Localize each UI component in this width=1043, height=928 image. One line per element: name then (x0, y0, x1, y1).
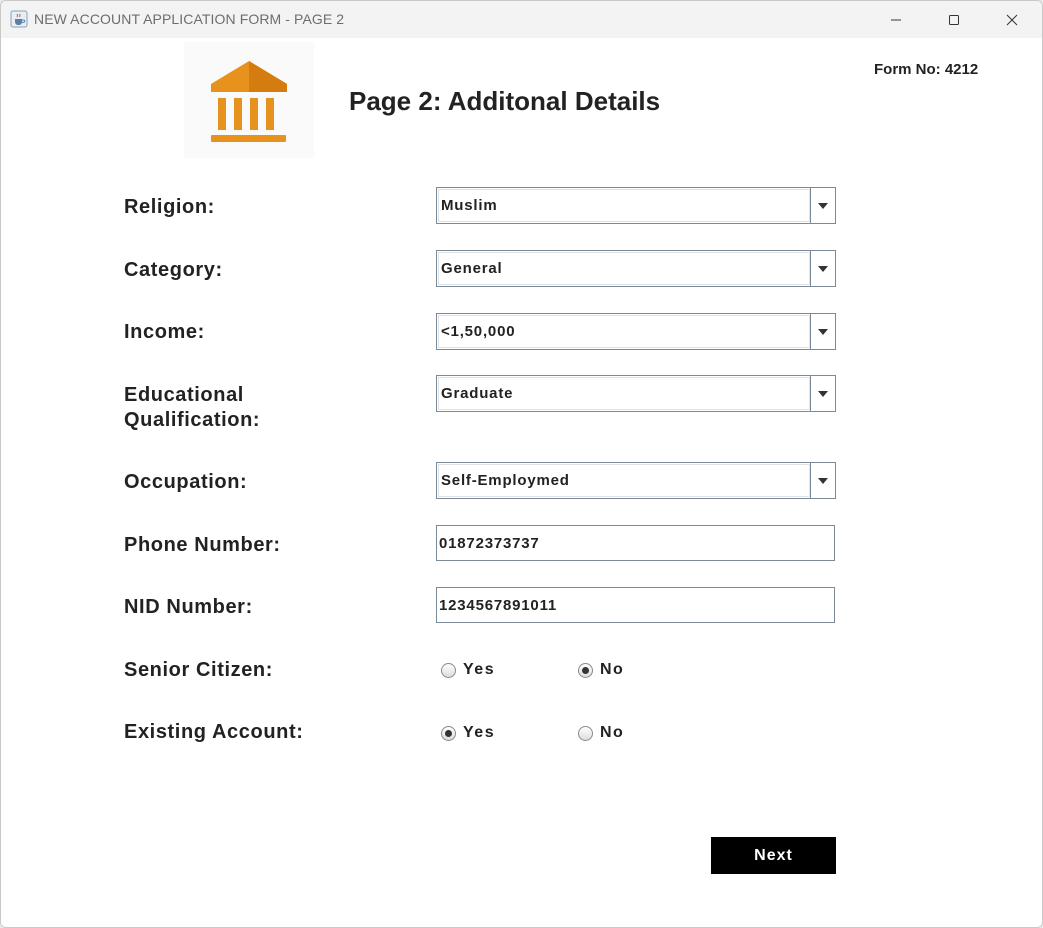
senior-citizen-no-label: No (600, 661, 625, 678)
education-select[interactable]: Graduate (436, 375, 836, 412)
chevron-down-icon (818, 202, 828, 209)
occupation-label: Occupation: (124, 471, 248, 493)
nid-label: NID Number: (124, 596, 253, 618)
senior-citizen-label: Senior Citizen: (124, 659, 274, 681)
minimize-icon (891, 19, 901, 20)
senior-citizen-yes-label: Yes (463, 661, 496, 678)
close-icon (1006, 14, 1018, 25)
education-value: Graduate (441, 385, 514, 402)
page-title: Page 2: Additonal Details (349, 86, 661, 116)
income-value: <1,50,000 (441, 323, 516, 340)
java-coffee-icon (10, 10, 28, 28)
occupation-select[interactable]: Self-Employmed (436, 462, 836, 499)
maximize-icon (949, 14, 959, 25)
nid-input[interactable] (437, 588, 834, 622)
radio-unchecked-icon[interactable] (578, 725, 593, 741)
category-label: Category: (124, 259, 223, 281)
phone-input[interactable] (437, 526, 834, 560)
nid-field[interactable] (436, 587, 835, 623)
existing-account-label: Existing Account: (124, 721, 304, 743)
phone-label: Phone Number: (124, 534, 281, 556)
chevron-down-icon (818, 477, 828, 484)
education-label-line1: Educational (124, 384, 244, 406)
chevron-down-icon (818, 390, 828, 397)
maximize-button[interactable] (925, 1, 983, 38)
existing-account-yes-label: Yes (463, 724, 496, 741)
close-button[interactable] (983, 1, 1041, 38)
title-bar[interactable]: NEW ACCOUNT APPLICATION FORM - PAGE 2 (1, 1, 1042, 38)
income-label: Income: (124, 321, 205, 343)
minimize-button[interactable] (867, 1, 925, 38)
existing-account-no-radio[interactable]: No (578, 724, 624, 742)
existing-account-no-label: No (600, 724, 625, 741)
radio-checked-icon[interactable] (441, 725, 456, 741)
category-select[interactable]: General (436, 250, 836, 287)
window-title: NEW ACCOUNT APPLICATION FORM - PAGE 2 (34, 11, 345, 27)
religion-value: Muslim (441, 197, 498, 214)
category-dropdown-button[interactable] (810, 251, 835, 286)
religion-dropdown-button[interactable] (810, 188, 835, 223)
form-number: Form No: 4212 (874, 61, 979, 78)
form-content: Page 2: Additonal Details Form No: 4212 … (1, 38, 1042, 927)
religion-label: Religion: (124, 196, 215, 218)
education-label: Educational Qualification: (124, 383, 260, 433)
radio-unchecked-icon[interactable] (441, 662, 456, 678)
senior-citizen-yes-radio[interactable]: Yes (441, 661, 495, 679)
bank-icon (211, 61, 287, 142)
application-window: NEW ACCOUNT APPLICATION FORM - PAGE 2 Pa… (0, 0, 1043, 928)
income-dropdown-button[interactable] (810, 314, 835, 349)
category-value: General (441, 260, 503, 277)
existing-account-yes-radio[interactable]: Yes (441, 724, 495, 742)
phone-field[interactable] (436, 525, 835, 561)
income-select[interactable]: <1,50,000 (436, 313, 836, 350)
religion-select[interactable]: Muslim (436, 187, 836, 224)
education-dropdown-button[interactable] (810, 376, 835, 411)
chevron-down-icon (818, 265, 828, 272)
occupation-value: Self-Employmed (441, 472, 570, 489)
chevron-down-icon (818, 328, 828, 335)
next-button[interactable]: Next (711, 837, 836, 874)
senior-citizen-no-radio[interactable]: No (578, 661, 624, 679)
bank-logo (184, 42, 314, 158)
education-label-line2: Qualification: (124, 409, 261, 431)
radio-checked-icon[interactable] (578, 662, 593, 678)
occupation-dropdown-button[interactable] (810, 463, 835, 498)
